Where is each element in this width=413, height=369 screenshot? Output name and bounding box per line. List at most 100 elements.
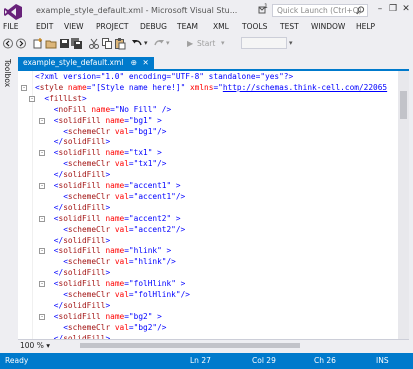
save-button[interactable] — [58, 37, 70, 50]
forward-arrow-icon — [16, 38, 26, 49]
code-token: name — [86, 104, 111, 114]
fold-toggle-icon[interactable]: - — [29, 95, 35, 102]
menu-team[interactable]: TEAM — [177, 21, 198, 33]
save-all-icon — [71, 38, 82, 49]
horizontal-scrollbar-thumb[interactable] — [80, 343, 300, 348]
fold-toggle-icon[interactable]: - — [39, 248, 45, 255]
toolbox-tab[interactable]: Toolbox — [0, 59, 12, 87]
code-token: schemeClr — [67, 126, 111, 136]
close-button[interactable]: ✕ — [399, 2, 413, 16]
code-line: <solidFill name="bg1" > — [54, 116, 162, 126]
code-line: <solidFill name="tx1" > — [54, 148, 162, 158]
configuration-dropdown-arrow[interactable]: ▾ — [289, 37, 295, 50]
undo-icon — [132, 40, 142, 46]
redo-button[interactable] — [153, 37, 165, 50]
code-token: =" — [128, 159, 139, 169]
menu-file[interactable]: FILE — [3, 21, 18, 33]
copy-button[interactable] — [101, 37, 113, 50]
cut-button[interactable] — [88, 37, 100, 50]
menu-xml[interactable]: XML — [213, 21, 229, 33]
menu-bar: FILE EDIT VIEW PROJECT DEBUG TEAM XML TO… — [0, 21, 413, 33]
code-token: folHlink — [138, 290, 176, 299]
vertical-scrollbar-thumb[interactable] — [400, 91, 407, 119]
menu-test[interactable]: TEST — [280, 21, 299, 33]
fold-toggle-icon[interactable]: - — [39, 313, 45, 320]
restore-button[interactable]: ❒ — [386, 2, 400, 16]
code-token: bg1 — [133, 115, 148, 125]
fold-toggle-icon[interactable]: - — [39, 150, 45, 157]
pin-tab-icon[interactable]: ⊕ — [131, 58, 137, 67]
forward-button[interactable] — [15, 37, 27, 50]
menu-edit[interactable]: EDIT — [36, 21, 53, 33]
redo-dropdown[interactable]: ▾ — [166, 37, 172, 50]
code-token: =" — [124, 213, 134, 223]
undo-button[interactable] — [131, 37, 143, 50]
code-token: </ — [53, 235, 64, 245]
zoom-dropdown-icon: ▾ — [46, 341, 50, 350]
code-token: val — [110, 126, 129, 136]
toolbox-strip: Toolbox — [0, 53, 12, 353]
code-line: <schemeClr val="hlink"/> — [63, 257, 176, 267]
code-token: solidFill — [63, 235, 106, 245]
code-token: accent1 — [133, 181, 167, 190]
code-editor[interactable]: <?xml version="1.0" encoding="UTF-8" sta… — [18, 71, 398, 339]
code-token: =" — [128, 290, 139, 299]
start-debugging-button[interactable]: Start — [197, 37, 215, 50]
code-line: </solidFill> — [54, 203, 110, 213]
quick-launch-input[interactable]: Quick Launch (Ctrl+Q) — [272, 4, 368, 17]
fold-toggle-icon[interactable]: - — [39, 281, 45, 288]
code-token: name — [100, 148, 125, 158]
menu-help[interactable]: HELP — [356, 21, 375, 33]
code-token: solidFill — [58, 279, 101, 289]
code-token: > — [105, 268, 111, 278]
code-token: val — [110, 159, 129, 169]
code-token: hlink — [138, 257, 162, 267]
code-token: "/> — [152, 159, 167, 169]
fold-toggle-icon[interactable]: - — [39, 183, 45, 189]
code-token: =" — [128, 322, 139, 332]
menu-debug[interactable]: DEBUG — [140, 21, 167, 33]
close-tab-icon[interactable]: ✕ — [142, 58, 148, 67]
code-token: =" — [128, 224, 139, 234]
minimize-button[interactable]: – — [373, 2, 387, 16]
search-icon — [356, 6, 365, 15]
code-line: </solidFill> — [54, 170, 110, 180]
code-token: " /> — [152, 104, 172, 114]
start-dropdown[interactable]: ▾ — [221, 37, 227, 50]
code-line: <solidFill name="bg2" > — [54, 312, 162, 322]
quick-launch-placeholder: Quick Launch (Ctrl+Q) — [277, 6, 362, 15]
back-button[interactable] — [2, 37, 14, 50]
new-project-button[interactable] — [32, 37, 44, 50]
paste-button[interactable] — [114, 37, 126, 50]
code-token: =" — [124, 181, 134, 190]
code-token: > — [105, 300, 111, 310]
notifications-icon[interactable]: 1 — [256, 3, 268, 16]
code-token: folHlink — [133, 279, 172, 289]
code-token: =" — [110, 104, 120, 114]
document-tab[interactable]: example_style_default.xml ⊕ ✕ — [18, 57, 154, 69]
menu-project[interactable]: PROJECT — [96, 21, 128, 33]
menu-tools[interactable]: TOOLS — [242, 21, 267, 33]
code-token: =" — [86, 82, 97, 92]
solution-configuration-select[interactable] — [241, 37, 287, 49]
undo-dropdown[interactable]: ▾ — [144, 37, 150, 50]
code-line: </solidFill> — [54, 268, 110, 278]
code-token: noFill — [58, 104, 87, 114]
code-line: <?xml version="1.0" encoding="UTF-8" sta… — [35, 72, 293, 82]
fold-toggle-icon[interactable]: - — [39, 117, 45, 124]
menu-window[interactable]: WINDOW — [311, 21, 345, 33]
fold-toggle-icon[interactable]: - — [39, 215, 45, 222]
zoom-level-select[interactable]: 100 % ▾ — [20, 341, 50, 350]
code-token: xmlns — [185, 82, 214, 92]
menu-view[interactable]: VIEW — [64, 21, 84, 33]
code-token: solidFill — [58, 148, 101, 158]
code-token: solidFill — [63, 300, 106, 310]
code-token: schemeClr — [67, 224, 111, 234]
code-token: accent2 — [133, 213, 167, 223]
open-file-button[interactable] — [45, 37, 57, 50]
save-icon — [60, 39, 69, 48]
vertical-scrollbar[interactable] — [398, 71, 409, 339]
fold-toggle-icon[interactable]: - — [21, 84, 27, 91]
save-all-button[interactable] — [70, 37, 83, 50]
code-token: tx1 — [133, 148, 148, 158]
